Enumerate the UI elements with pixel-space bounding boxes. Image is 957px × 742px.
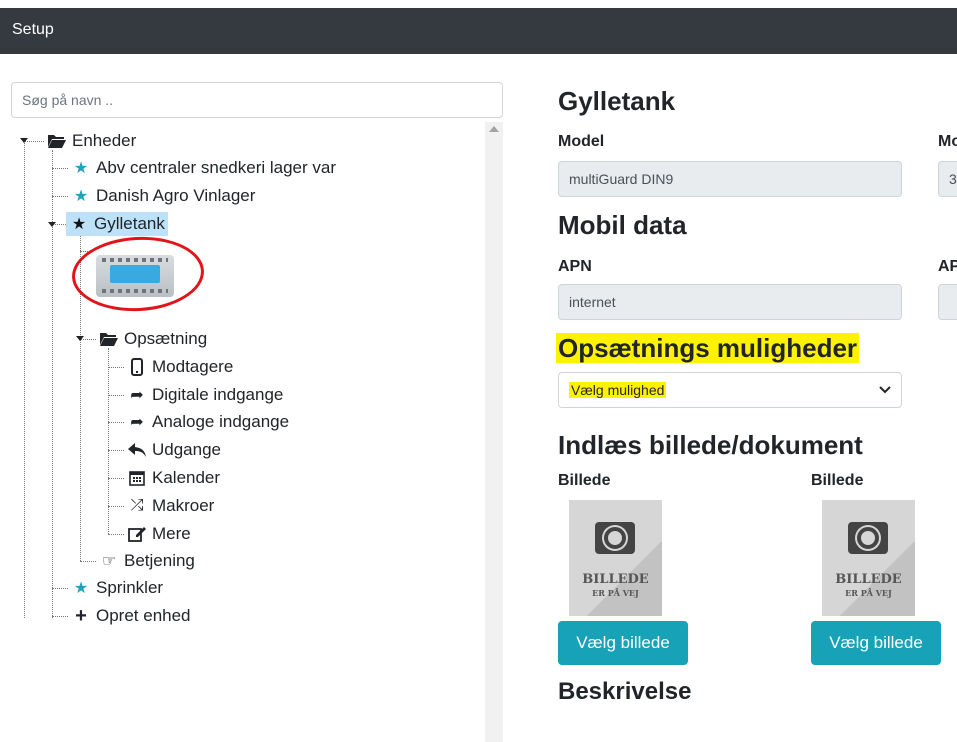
tree-line (52, 616, 68, 617)
expand-toggle[interactable] (20, 138, 28, 143)
tree-item-label: Makroer (152, 496, 215, 515)
expand-toggle[interactable] (76, 336, 84, 341)
tree-item-label: Analoge indgange (152, 412, 290, 431)
camera-icon (595, 522, 635, 554)
tree-item-label: Danish Agro Vinlager (96, 186, 256, 205)
choose-image-button-1[interactable]: Vælg billede (558, 621, 688, 665)
star-icon: ★ (73, 188, 89, 205)
mobile-data-title: Mobil data (558, 210, 687, 240)
image-placeholder-1: BILLEDE ER PÅ VEJ (569, 500, 662, 616)
image-label-1: Billede (558, 472, 611, 489)
star-icon: ★ (71, 216, 87, 233)
tree-scrollbar[interactable] (485, 122, 503, 742)
choose-image-button-2[interactable]: Vælg billede (811, 621, 941, 665)
tree-item-enheder[interactable]: Enheder (44, 129, 139, 153)
tree-item-opsaetning[interactable]: Opsætning (96, 327, 210, 351)
tree-item-label: Opret enhed (96, 606, 191, 625)
star-icon: ★ (73, 160, 89, 177)
chevron-down-icon (879, 383, 891, 397)
tree-line (80, 561, 96, 562)
tree-item-label: Mere (152, 524, 191, 543)
tree-item-label: Sprinkler (96, 578, 164, 597)
apn-label: APN (558, 258, 592, 275)
image-label-2: Billede (811, 472, 864, 489)
device-tree: Enheder ★ Abv centraler snedkeri lager v… (0, 0, 503, 742)
tree-item-label: Opsætning (124, 329, 208, 348)
tree-item-analoge-indgange[interactable]: ➦ Analoge indgange (124, 410, 292, 434)
tree-item-sprinkler[interactable]: ★ Sprinkler (68, 576, 166, 600)
edit-icon (127, 526, 147, 542)
apn2-field[interactable] (938, 284, 957, 320)
tree-line (108, 422, 124, 423)
scroll-up-icon[interactable] (489, 126, 499, 132)
tree-item-label: Modtagere (152, 357, 234, 376)
share-arrow-icon: ➦ (130, 414, 144, 431)
apn-field[interactable]: internet (558, 284, 902, 320)
image-placeholder-2: BILLEDE ER PÅ VEJ (822, 500, 915, 616)
tree-line (52, 588, 68, 589)
apn2-label: AP (938, 258, 957, 275)
options-title-text: Opsætnings muligheder (556, 333, 860, 363)
placeholder-subtext: ER PÅ VEJ (592, 588, 639, 598)
tree-item-kalender[interactable]: Kalender (124, 466, 223, 490)
upload-title: Indlæs billede/dokument (558, 430, 863, 460)
mobile-icon (127, 358, 147, 376)
tree-line (52, 150, 53, 618)
tree-item-opret-enhed[interactable]: + Opret enhed (68, 604, 194, 628)
folder-open-icon (99, 331, 119, 347)
calendar-icon (127, 470, 147, 486)
placeholder-subtext: ER PÅ VEJ (845, 588, 892, 598)
hand-pointer-icon: ☞ (101, 553, 117, 570)
description-title: Beskrivelse (558, 678, 692, 705)
tree-item-makroer[interactable]: ⤮ Makroer (124, 494, 217, 518)
placeholder-text: BILLEDE (835, 572, 902, 587)
tree-line (108, 450, 124, 451)
camera-icon (848, 522, 888, 554)
tree-item-betjening[interactable]: ☞ Betjening (96, 549, 198, 573)
tree-line (108, 534, 124, 535)
tree-line (108, 395, 124, 396)
tree-item-label: Gylletank (94, 214, 165, 233)
tree-item-label: Betjening (124, 551, 195, 570)
tree-item-label: Enheder (72, 131, 137, 150)
second-label: Mo (938, 133, 957, 150)
model-field[interactable]: multiGuard DIN9 (558, 161, 902, 197)
model-label: Model (558, 133, 605, 150)
shuffle-icon: ⤮ (130, 497, 144, 514)
folder-open-icon (47, 133, 67, 149)
tree-item-label: Abv centraler snedkeri lager var (96, 158, 337, 177)
star-icon: ★ (73, 580, 89, 597)
reply-arrow-icon (127, 443, 147, 457)
tree-line (52, 168, 68, 169)
tree-line (108, 478, 124, 479)
tree-item-label: Digitale indgange (152, 385, 284, 404)
apn-value: internet (569, 294, 616, 310)
tree-item-label: Udgange (152, 440, 222, 459)
plus-icon: + (75, 604, 87, 627)
expand-toggle[interactable] (48, 222, 56, 227)
share-arrow-icon: ➦ (130, 387, 144, 404)
options-title: Opsætnings muligheder (556, 333, 860, 364)
tree-item-device[interactable]: ★ Danish Agro Vinlager (68, 184, 258, 208)
tree-item-device[interactable]: ★ Abv centraler snedkeri lager var (68, 156, 339, 180)
device-title: Gylletank (558, 86, 676, 116)
placeholder-text: BILLEDE (582, 572, 649, 587)
tree-item-modtagere[interactable]: Modtagere (124, 355, 236, 379)
model-value: multiGuard DIN9 (569, 171, 674, 187)
tree-item-mere[interactable]: Mere (124, 522, 194, 546)
search-input[interactable] (11, 82, 503, 118)
options-select-value: Vælg mulighed (569, 382, 667, 398)
second-field[interactable]: 3 (938, 161, 957, 197)
options-select[interactable]: Vælg mulighed (558, 372, 902, 408)
second-value: 3 (949, 171, 957, 187)
tree-item-label: Kalender (152, 468, 221, 487)
tree-item-gylletank[interactable]: ★ Gylletank (66, 212, 168, 236)
tree-line (52, 196, 68, 197)
tree-item-digitale-indgange[interactable]: ➦ Digitale indgange (124, 383, 286, 407)
tree-line (24, 141, 25, 618)
tree-item-udgange[interactable]: Udgange (124, 438, 224, 462)
tree-line (108, 506, 124, 507)
tree-line (108, 367, 124, 368)
